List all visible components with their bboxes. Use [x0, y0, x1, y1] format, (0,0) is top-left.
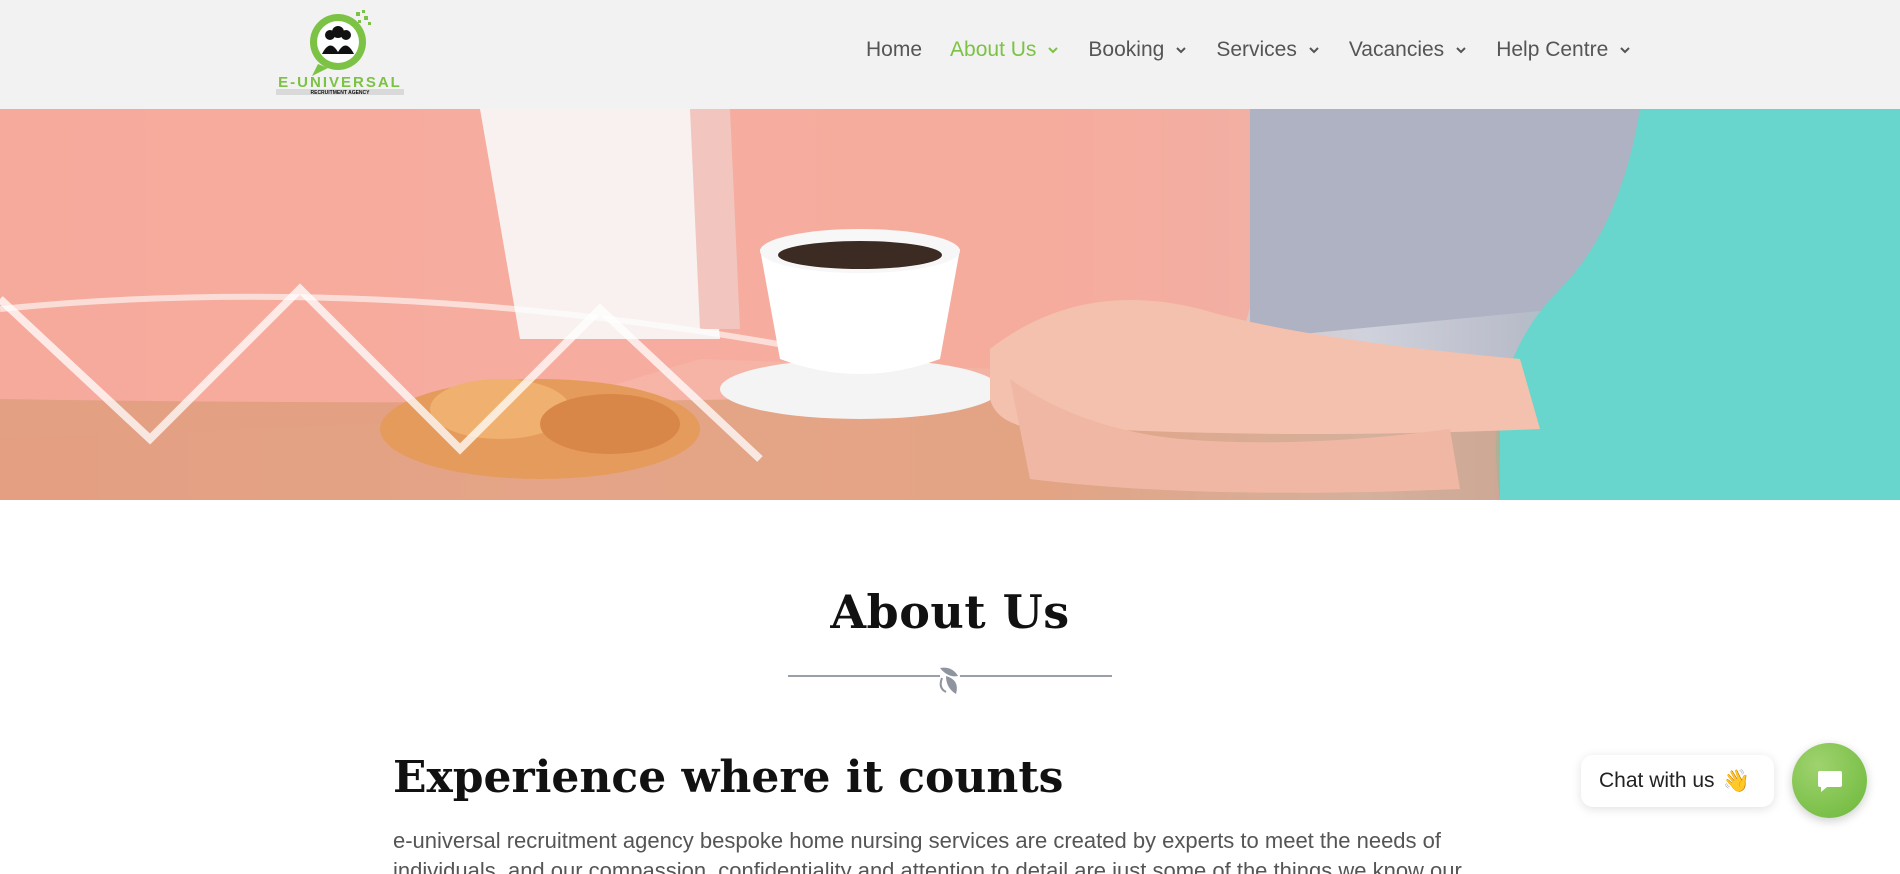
main-nav: Home About Us Booking Services Vacancies: [866, 38, 1660, 62]
nav-item-booking[interactable]: Booking: [1088, 38, 1188, 62]
nav-item-label: Home: [866, 38, 923, 61]
chevron-down-icon: [1174, 43, 1188, 57]
chevron-down-icon: [1307, 43, 1321, 57]
logo-brand-text: E-UNIVERSAL: [278, 74, 402, 91]
ornament-leaf-icon: [939, 666, 960, 694]
section-body-text: e-universal recruitment agency bespoke h…: [393, 828, 1462, 874]
nav-item-about-us[interactable]: About Us: [950, 38, 1060, 62]
chat-launcher-button[interactable]: [1792, 743, 1867, 818]
section-heading: Experience where it counts: [393, 752, 1064, 803]
site-logo[interactable]: E-UNIVERSAL RECRUITMENT AGENCY: [272, 8, 408, 96]
site-header: E-UNIVERSAL RECRUITMENT AGENCY Home Abou…: [0, 0, 1900, 109]
people-chat-icon: E-UNIVERSAL RECRUITMENT AGENCY: [276, 10, 404, 96]
page-title: About Us: [830, 585, 1070, 639]
nav-item-label: Booking: [1088, 38, 1165, 61]
hero-image: [0, 109, 1900, 500]
chat-prompt-label: Chat with us: [1599, 769, 1715, 792]
waving-hand-icon: 👋: [1722, 768, 1750, 793]
chat-icon: [1817, 770, 1842, 792]
nav-item-label: Services: [1216, 38, 1297, 61]
chevron-down-icon: [1454, 43, 1468, 57]
logo-tagline-text: RECRUITMENT AGENCY: [311, 90, 371, 96]
nav-item-home[interactable]: Home: [866, 38, 922, 62]
nav-item-label: About Us: [950, 38, 1037, 61]
chevron-down-icon: [1618, 43, 1632, 57]
nav-item-help-centre[interactable]: Help Centre: [1496, 38, 1632, 62]
chevron-down-icon: [1046, 43, 1060, 57]
nav-item-label: Vacancies: [1348, 38, 1445, 61]
chat-prompt-bubble[interactable]: Chat with us 👋: [1581, 755, 1774, 807]
title-divider: [788, 662, 1112, 702]
nav-item-vacancies[interactable]: Vacancies: [1349, 38, 1468, 62]
nav-item-services[interactable]: Services: [1216, 38, 1321, 62]
nav-item-label: Help Centre: [1496, 38, 1609, 61]
hero-photo: [0, 109, 1900, 500]
